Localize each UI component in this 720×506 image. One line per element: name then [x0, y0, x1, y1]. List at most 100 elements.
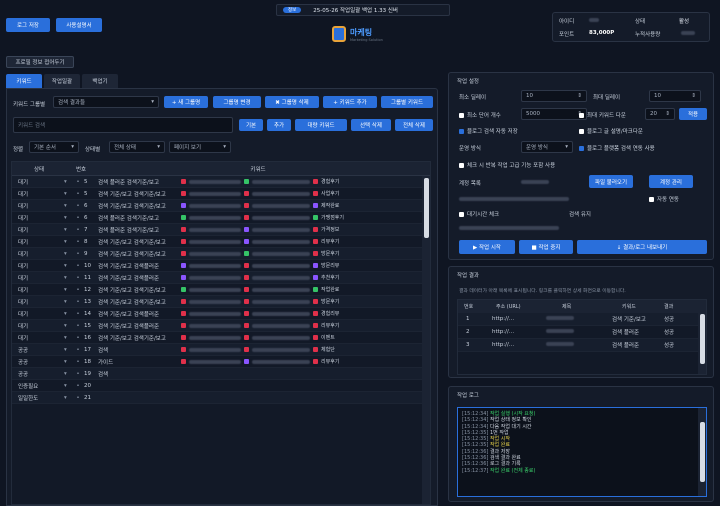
result-row[interactable]: 3 http://... 검색 플러준 성공	[458, 339, 698, 352]
add-keyword-button[interactable]: + 키워드 추가	[323, 96, 377, 108]
checkbox-icon[interactable]	[579, 113, 584, 118]
chevron-down-icon[interactable]: ▾	[64, 323, 72, 329]
keyword-group-select[interactable]: 검색 결과들 ▾	[53, 96, 159, 108]
table-row[interactable]: 대기 ▾ • 11 검색 기준/보고 검색플러준 추천후기	[12, 272, 422, 284]
chevron-down-icon[interactable]: ▾	[64, 227, 72, 233]
min-word-count-input[interactable]: 5000⇕	[521, 108, 587, 120]
table-row[interactable]: 공공 ▾ • 19 검색	[12, 368, 422, 380]
table-row[interactable]: 대기 ▾ • 12 검색 기준/보고 검색기준/보고 작업완료	[12, 284, 422, 296]
tab-batch[interactable]: 작업일괄	[44, 74, 80, 88]
table-row[interactable]: 대기 ▾ • 15 검색 기준/보고 검색플러준 리뷰후기	[12, 320, 422, 332]
chevron-down-icon[interactable]: ▾	[64, 191, 72, 197]
export-button[interactable]: ↓ 결과/로그 내보내기	[577, 240, 707, 254]
collapse-profile-button[interactable]: 프로필 정보 접어두기	[6, 56, 74, 68]
table-scrollbar[interactable]	[422, 176, 430, 504]
more-button[interactable]: 추가	[267, 119, 291, 131]
table-row[interactable]: 인증필요 ▾ • 20	[12, 380, 422, 392]
chevron-down-icon[interactable]: ▾	[64, 359, 72, 365]
stepper-icon[interactable]: ⇕	[577, 93, 582, 99]
bulk-keyword-button[interactable]: 대량 키워드	[295, 119, 347, 131]
default-button[interactable]: 기본	[239, 119, 263, 131]
table-row[interactable]: 공공 ▾ • 18 가이드 리뷰후기	[12, 356, 422, 368]
table-row[interactable]: 대기 ▾ • 5 검색 플러준 검색기준/보고 경험후기	[12, 176, 422, 188]
repeat-task-checkbox[interactable]: 체크 시 반복 작업 고급 기능 포함 사용	[459, 161, 555, 169]
chevron-down-icon[interactable]: ▾	[64, 383, 72, 389]
table-row[interactable]: 대기 ▾ • 5 검색 기준/보고 검색기준/보고 사업후기	[12, 188, 422, 200]
table-row[interactable]: 대기 ▾ • 9 검색 기준/보고 검색기준/보고 방문후기	[12, 248, 422, 260]
max-keyword-input[interactable]: 20 ⇕	[645, 108, 675, 120]
chevron-down-icon[interactable]: ▾	[64, 215, 72, 221]
scrollbar-thumb[interactable]	[699, 422, 705, 482]
delete-all-button[interactable]: 전체 삭제	[395, 119, 433, 131]
max-keyword-checkbox[interactable]: 최대 키워드 다운	[579, 111, 626, 119]
tab-keyword[interactable]: 키워드	[6, 74, 42, 88]
checkbox-icon[interactable]	[459, 129, 464, 134]
checkbox-icon[interactable]	[579, 146, 584, 151]
markdown-checkbox[interactable]: 블로그 글 설명/마크다운	[579, 127, 643, 135]
chevron-down-icon[interactable]: ▾	[64, 251, 72, 257]
result-url[interactable]: http://...	[486, 316, 546, 322]
save-log-button[interactable]: 로그 저장	[6, 18, 50, 32]
stop-button[interactable]: ■ 작업 중지	[519, 240, 573, 254]
checkbox-icon[interactable]	[649, 197, 654, 202]
result-row[interactable]: 1 http://... 검색 기준/보고 성공	[458, 313, 698, 326]
table-row[interactable]: 대기 ▾ • 6 검색 기준/보고 검색기준/보고 제작완료	[12, 200, 422, 212]
chevron-down-icon[interactable]: ▾	[64, 239, 72, 245]
table-row[interactable]: 일일한도 ▾ • 21	[12, 392, 422, 404]
chevron-down-icon[interactable]: ▾	[64, 299, 72, 305]
table-row[interactable]: 대기 ▾ • 8 검색 기준/보고 검색기준/보고 리뷰후기	[12, 236, 422, 248]
table-row[interactable]: 대기 ▾ • 13 검색 기준/보고 검색기준/보고 방문후기	[12, 296, 422, 308]
delete-group-button[interactable]: ✖ 그룹명 삭제	[265, 96, 319, 108]
keyword-search-input[interactable]: 키워드 검색	[13, 117, 233, 133]
status-filter-select[interactable]: 전체 상태 ▾	[109, 141, 165, 153]
scrollbar-thumb[interactable]	[699, 314, 705, 364]
chevron-down-icon[interactable]: ▾	[64, 179, 72, 185]
chevron-down-icon[interactable]: ▾	[64, 311, 72, 317]
chevron-down-icon[interactable]: ▾	[64, 287, 72, 293]
table-row[interactable]: 대기 ▾ • 14 검색 기준/보고 검색플러준 경험리뷰	[12, 308, 422, 320]
table-row[interactable]: 대기 ▾ • 6 검색 플러준 검색기준/보고 가맹점후기	[12, 212, 422, 224]
add-group-button[interactable]: + 새 그룹명	[164, 96, 208, 108]
stepper-icon[interactable]: ⇕	[665, 111, 670, 117]
page-view-select[interactable]: 페이지 보기 ▾	[169, 141, 231, 153]
chevron-down-icon[interactable]: ▾	[64, 275, 72, 281]
result-row[interactable]: 2 http://... 검색 플러준 성공	[458, 326, 698, 339]
table-row[interactable]: 공공 ▾ • 17 검색 체험단	[12, 344, 422, 356]
auto-link-checkbox[interactable]: 자동 연동	[649, 195, 679, 203]
chevron-down-icon[interactable]: ▾	[64, 203, 72, 209]
auto-save-checkbox[interactable]: 블로그 검색 자동 저장	[459, 127, 518, 135]
log-scrollbar[interactable]	[698, 408, 706, 496]
min-word-count-checkbox[interactable]: 최소 단어 개수	[459, 111, 501, 119]
table-row[interactable]: 대기 ▾ • 16 검색 기준/보고 검색기준/보고 이벤트	[12, 332, 422, 344]
max-delay-input[interactable]: 10 ⇕	[649, 90, 701, 102]
help-button[interactable]: 사용설명서	[56, 18, 102, 32]
checkbox-icon[interactable]	[459, 212, 464, 217]
chevron-down-icon[interactable]: ▾	[64, 371, 72, 377]
stepper-icon[interactable]: ⇕	[691, 93, 696, 99]
checkbox-icon[interactable]	[459, 163, 464, 168]
checkbox-icon[interactable]	[579, 129, 584, 134]
mode-select[interactable]: 운영 방식 ▾	[521, 141, 573, 153]
results-scrollbar[interactable]	[698, 300, 706, 374]
sort-select[interactable]: 기본 순서 ▾	[29, 141, 79, 153]
rename-group-button[interactable]: 그룹명 변경	[213, 96, 261, 108]
platform-link-checkbox[interactable]: 블로그 플랫폼 검색 연동 사용	[579, 144, 655, 152]
scrollbar-thumb[interactable]	[423, 178, 429, 238]
checkbox-icon[interactable]	[459, 113, 464, 118]
result-url[interactable]: http://...	[486, 329, 546, 335]
tab-backup[interactable]: 백업기	[82, 74, 118, 88]
table-row[interactable]: 대기 ▾ • 10 검색 기준/보고 검색플러준 방문리뷰	[12, 260, 422, 272]
result-url[interactable]: http://...	[486, 342, 546, 348]
table-row[interactable]: 대기 ▾ • 7 검색 플러준 검색기준/보고 가격정보	[12, 224, 422, 236]
account-manage-button[interactable]: 계정 관리	[649, 175, 693, 188]
load-file-button[interactable]: 파일 불러오기	[589, 175, 633, 188]
wait-time-checkbox[interactable]: 대기시간 체크	[459, 210, 499, 218]
start-button[interactable]: ▶ 작업 시작	[459, 240, 515, 254]
min-delay-input[interactable]: 10 ⇕	[521, 90, 587, 102]
chevron-down-icon[interactable]: ▾	[64, 263, 72, 269]
select-delete-button[interactable]: 선택 삭제	[351, 119, 391, 131]
chevron-down-icon[interactable]: ▾	[64, 347, 72, 353]
chevron-down-icon[interactable]: ▾	[64, 395, 72, 401]
apply-button[interactable]: 적용	[679, 108, 707, 120]
chevron-down-icon[interactable]: ▾	[64, 335, 72, 341]
